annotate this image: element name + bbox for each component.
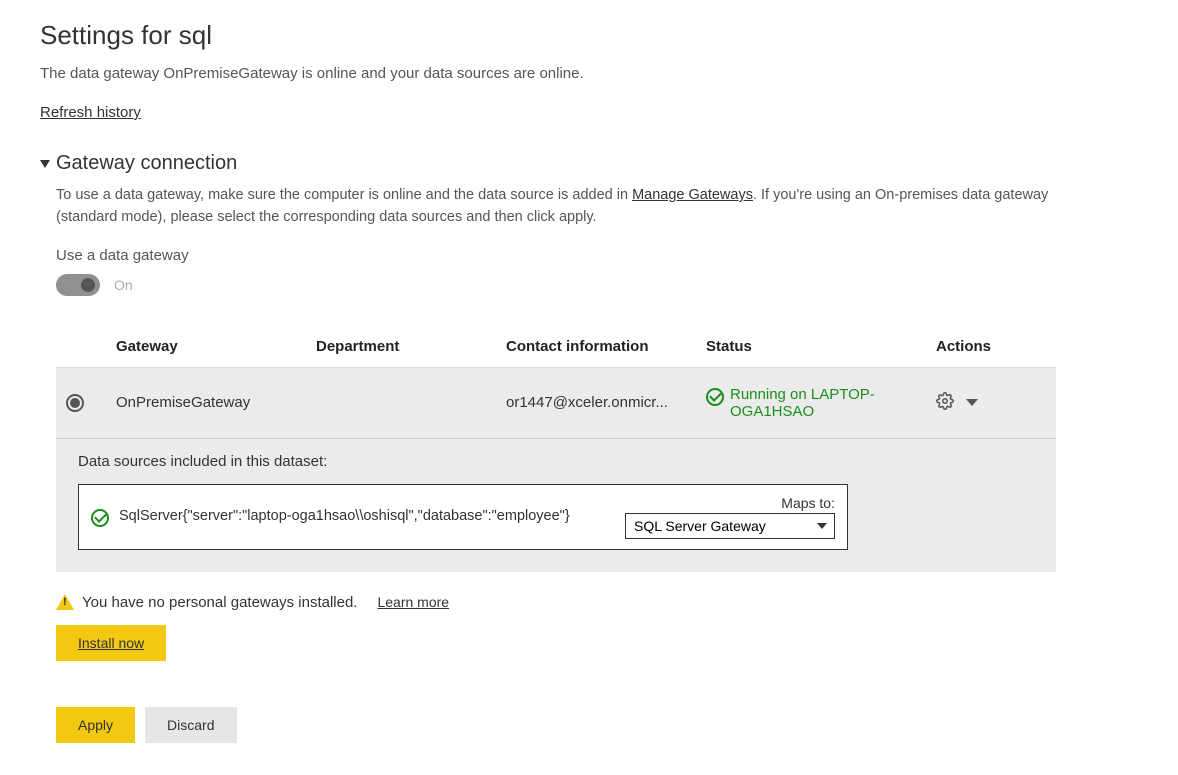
contact-cell: or1447@xceler.onmicr... (506, 394, 706, 411)
maps-to-label: Maps to: (781, 495, 835, 511)
gateway-section-title: Gateway connection (56, 152, 237, 175)
page-subtitle: The data gateway OnPremiseGateway is onl… (40, 65, 1138, 82)
gateway-name-cell: OnPremiseGateway (116, 394, 316, 411)
warning-text: You have no personal gateways installed. (82, 594, 357, 611)
datasource-text: SqlServer{"server":"laptop-oga1hsao\\osh… (119, 506, 625, 526)
toggle-knob (81, 278, 95, 292)
install-now-button[interactable]: Install now (56, 625, 166, 661)
manage-gateways-link[interactable]: Manage Gateways (632, 187, 753, 203)
maps-to-select[interactable]: SQL Server Gateway (625, 513, 835, 539)
refresh-history-link[interactable]: Refresh history (40, 104, 141, 121)
datasources-heading: Data sources included in this dataset: (78, 453, 1034, 470)
apply-button[interactable]: Apply (56, 707, 135, 743)
gateway-radio[interactable] (66, 394, 84, 412)
col-status: Status (706, 338, 936, 355)
caret-down-icon (40, 160, 50, 168)
radio-selected-icon (70, 398, 80, 408)
toggle-state-label: On (114, 277, 133, 293)
col-department: Department (316, 338, 506, 355)
status-cell: Running on LAPTOP-OGA1HSAO (706, 386, 936, 420)
datasource-item: SqlServer{"server":"laptop-oga1hsao\\osh… (78, 484, 848, 550)
status-ok-icon (706, 388, 724, 406)
datasources-section: Data sources included in this dataset: S… (56, 439, 1056, 572)
learn-more-link[interactable]: Learn more (377, 594, 449, 610)
col-contact: Contact information (506, 338, 706, 355)
gateway-section-description: To use a data gateway, make sure the com… (56, 185, 1076, 229)
expand-row-icon[interactable] (966, 399, 978, 406)
use-gateway-toggle[interactable] (56, 274, 100, 296)
personal-gateway-warning: You have no personal gateways installed.… (56, 594, 1138, 611)
gateway-row: OnPremiseGateway or1447@xceler.onmicr...… (56, 368, 1056, 439)
warning-icon (56, 594, 74, 610)
gateway-section-toggle[interactable]: Gateway connection (40, 152, 1138, 175)
gateway-table-header: Gateway Department Contact information S… (56, 326, 1056, 368)
datasource-ok-icon (91, 509, 109, 527)
col-actions: Actions (936, 338, 1036, 355)
gear-icon[interactable] (936, 392, 954, 414)
gateway-table: Gateway Department Contact information S… (56, 326, 1056, 572)
col-gateway: Gateway (116, 338, 316, 355)
use-gateway-label: Use a data gateway (56, 247, 1138, 264)
discard-button[interactable]: Discard (145, 707, 236, 743)
page-title: Settings for sql (40, 20, 1138, 51)
